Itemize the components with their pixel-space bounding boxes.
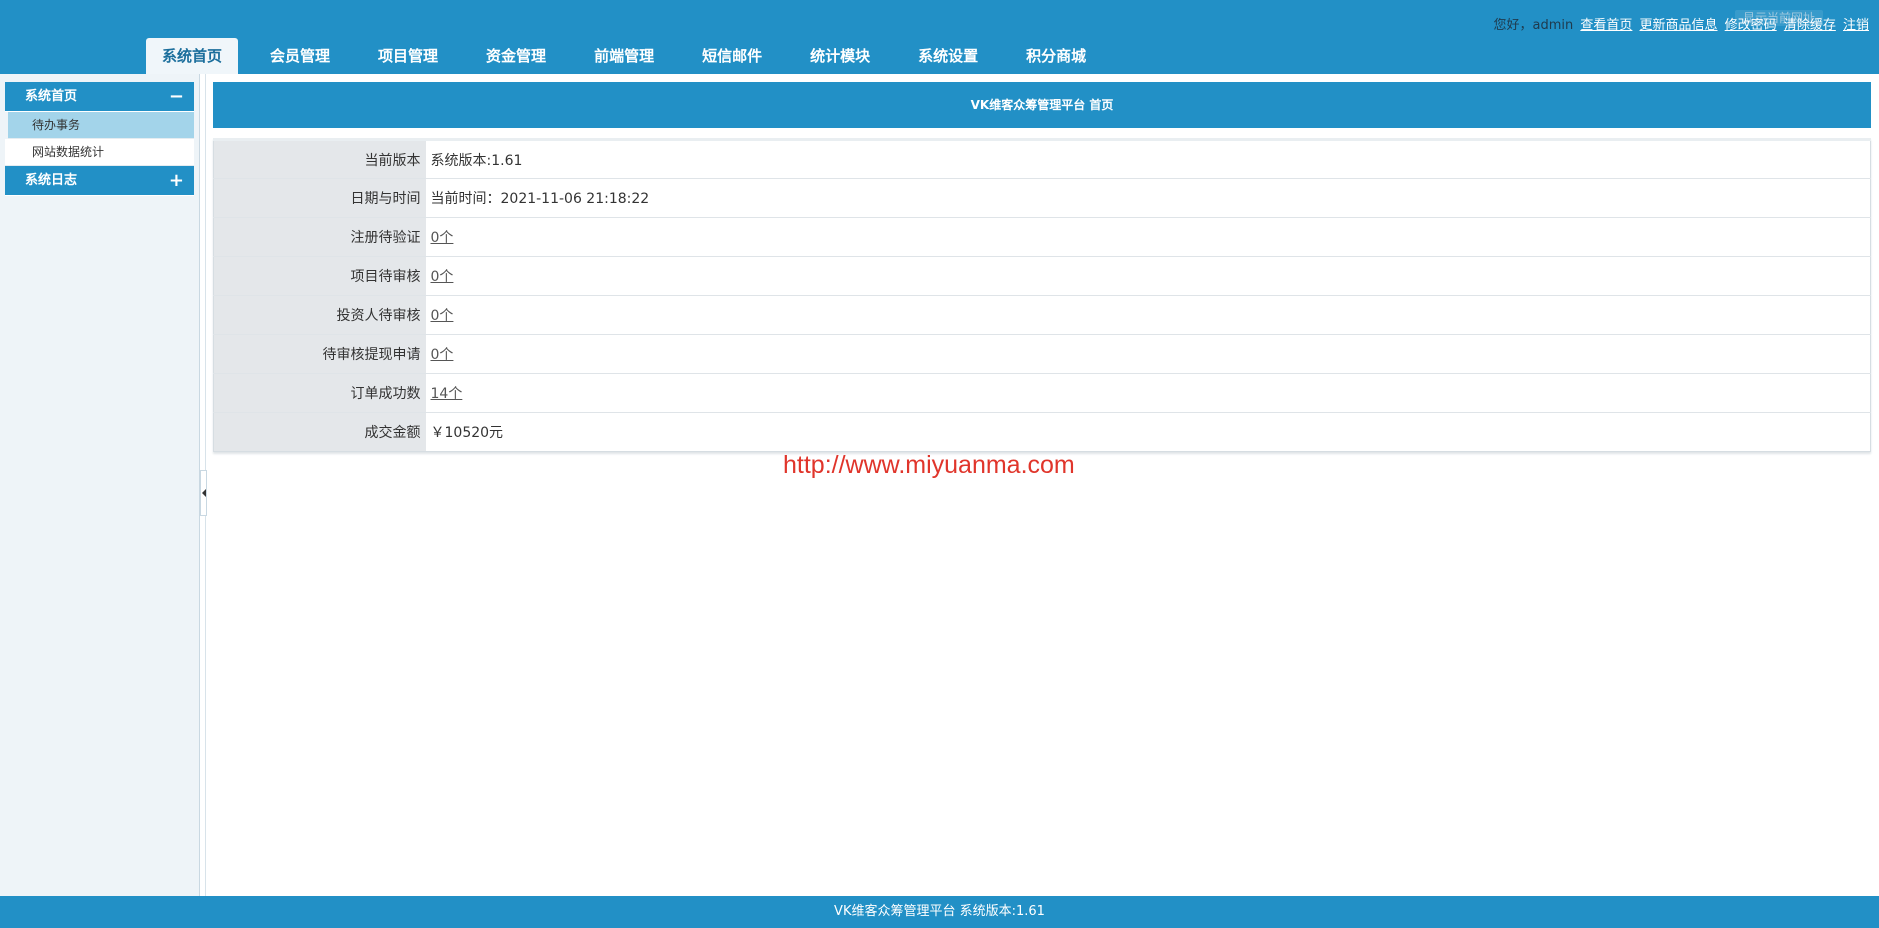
tab-system-settings[interactable]: 系统设置 xyxy=(902,38,994,74)
row-value: 系统版本:1.61 xyxy=(425,138,1871,179)
menu-group-system-home: 系统首页 − 待办事务 网站数据统计 xyxy=(5,82,194,166)
top-header: 显示当前网址 您好，admin 查看首页 更新商品信息 修改密码 清除缓存 注销… xyxy=(0,0,1879,74)
successful-orders-link[interactable]: 14个 xyxy=(431,386,463,402)
change-password-link[interactable]: 修改密码 xyxy=(1725,18,1777,33)
menu-head-label: 系统日志 xyxy=(25,173,78,188)
row-label: 成交金额 xyxy=(213,412,426,452)
update-goods-link[interactable]: 更新商品信息 xyxy=(1640,18,1718,33)
arrow-left-icon xyxy=(202,489,206,497)
tab-project-management[interactable]: 项目管理 xyxy=(362,38,454,74)
row-value-cell: 0个 xyxy=(425,217,1871,257)
table-row: 当前版本 系统版本:1.61 xyxy=(213,138,1871,179)
row-label: 日期与时间 xyxy=(213,178,426,218)
row-value: 当前时间：2021-11-06 21:18:22 xyxy=(425,178,1871,218)
row-label: 注册待验证 xyxy=(213,217,426,257)
row-label: 投资人待审核 xyxy=(213,295,426,335)
footer: VK维客众筹管理平台 系统版本:1.61 xyxy=(0,896,1879,928)
tab-points-mall[interactable]: 积分商城 xyxy=(1010,38,1102,74)
table-row: 订单成功数 14个 xyxy=(213,373,1871,413)
table-row: 待审核提现申请 0个 xyxy=(213,334,1871,374)
main-content: VK维客众筹管理平台 首页 当前版本 系统版本:1.61 日期与时间 当前时间：… xyxy=(213,82,1871,452)
sidebar-item-site-stats[interactable]: 网站数据统计 xyxy=(5,139,194,166)
table-row: 投资人待审核 0个 xyxy=(213,295,1871,335)
pending-project-link[interactable]: 0个 xyxy=(431,269,454,285)
collapse-icon[interactable]: − xyxy=(169,82,184,112)
tab-frontend-management[interactable]: 前端管理 xyxy=(578,38,670,74)
tab-statistics-module[interactable]: 统计模块 xyxy=(794,38,886,74)
tab-member-management[interactable]: 会员管理 xyxy=(254,38,346,74)
view-home-link[interactable]: 查看首页 xyxy=(1580,18,1632,33)
table-row: 日期与时间 当前时间：2021-11-06 21:18:22 xyxy=(213,178,1871,218)
pending-withdrawal-link[interactable]: 0个 xyxy=(431,347,454,363)
table-row: 成交金额 ￥10520元 xyxy=(213,412,1871,452)
tab-system-home[interactable]: 系统首页 xyxy=(146,38,239,74)
row-value-cell: 0个 xyxy=(425,256,1871,296)
row-label: 待审核提现申请 xyxy=(213,334,426,374)
pending-registration-link[interactable]: 0个 xyxy=(431,230,454,246)
row-value-cell: 0个 xyxy=(425,295,1871,335)
expand-icon[interactable]: + xyxy=(169,166,184,196)
row-value-cell: 0个 xyxy=(425,334,1871,374)
row-label: 当前版本 xyxy=(213,138,426,179)
system-info-table: 当前版本 系统版本:1.61 日期与时间 当前时间：2021-11-06 21:… xyxy=(213,138,1871,452)
user-bar: 您好，admin 查看首页 更新商品信息 修改密码 清除缓存 注销 xyxy=(1493,14,1869,33)
row-value: ￥10520元 xyxy=(425,412,1871,452)
table-row: 注册待验证 0个 xyxy=(213,217,1871,257)
menu-head-system-log[interactable]: 系统日志 + xyxy=(5,166,194,196)
main-nav: 系统首页 会员管理 项目管理 资金管理 前端管理 短信邮件 统计模块 系统设置 … xyxy=(146,38,1118,74)
row-label: 订单成功数 xyxy=(213,373,426,413)
clear-cache-link[interactable]: 清除缓存 xyxy=(1784,18,1836,33)
sidebar-item-todo[interactable]: 待办事务 xyxy=(8,112,194,139)
menu-head-system-home[interactable]: 系统首页 − xyxy=(5,82,194,112)
tab-funds-management[interactable]: 资金管理 xyxy=(470,38,562,74)
logout-link[interactable]: 注销 xyxy=(1843,18,1869,33)
page-title: VK维客众筹管理平台 首页 xyxy=(213,82,1871,128)
greeting-text: 您好，admin xyxy=(1493,18,1574,33)
sidebar-collapse-handle[interactable] xyxy=(200,470,207,516)
sidebar: 系统首页 − 待办事务 网站数据统计 系统日志 + xyxy=(0,74,200,896)
menu-group-system-log: 系统日志 + xyxy=(5,166,194,196)
pending-investor-link[interactable]: 0个 xyxy=(431,308,454,324)
menu-head-label: 系统首页 xyxy=(25,89,78,104)
row-value-cell: 14个 xyxy=(425,373,1871,413)
table-row: 项目待审核 0个 xyxy=(213,256,1871,296)
watermark-url: http://www.miyuanma.com xyxy=(783,451,1075,479)
tab-sms-email[interactable]: 短信邮件 xyxy=(686,38,778,74)
row-label: 项目待审核 xyxy=(213,256,426,296)
